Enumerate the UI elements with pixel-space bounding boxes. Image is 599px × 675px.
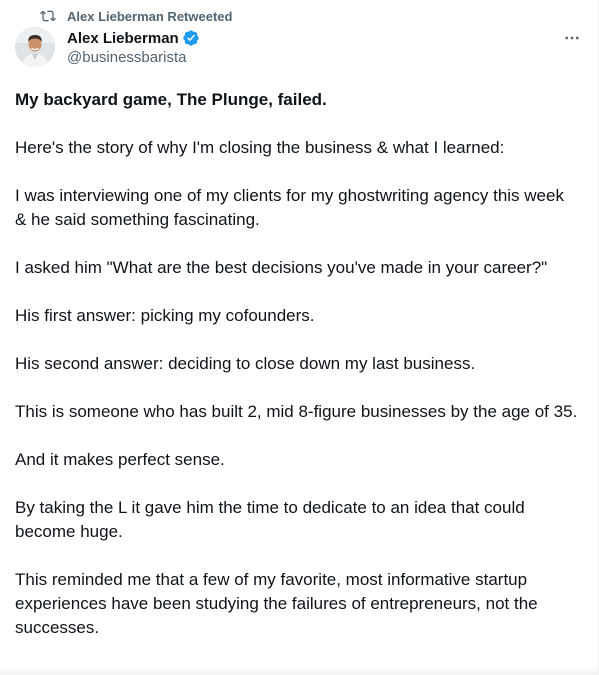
tweet-text: My backyard game, The Plunge, failed. He… xyxy=(15,88,580,664)
tweet-paragraph: And it makes perfect sense. xyxy=(15,450,225,469)
tweet-paragraph: My backyard game, The Plunge, failed. xyxy=(15,90,327,109)
bottom-fade xyxy=(0,667,599,675)
name-row: Alex Lieberman xyxy=(67,28,200,48)
retweet-icon xyxy=(40,8,56,24)
avatar[interactable] xyxy=(15,27,55,67)
tweet-card[interactable]: Alex Lieberman Retweeted Alex Lieberman … xyxy=(0,0,599,675)
display-name[interactable]: Alex Lieberman xyxy=(67,30,179,47)
verified-badge-icon[interactable] xyxy=(182,29,200,47)
tweet-paragraph: This reminded me that a few of my favori… xyxy=(15,570,543,637)
more-horizontal-icon xyxy=(563,29,581,47)
tweet-paragraph: Here's the story of why I'm closing the … xyxy=(15,138,505,157)
tweet-paragraph: His second answer: deciding to close dow… xyxy=(15,354,476,373)
social-context-text: Alex Lieberman Retweeted xyxy=(67,8,233,24)
social-context[interactable]: Alex Lieberman Retweeted xyxy=(40,7,232,25)
user-handle[interactable]: @businessbarista xyxy=(67,48,200,68)
tweet-paragraph: I was interviewing one of my clients for… xyxy=(15,186,569,229)
tweet-paragraph: This is someone who has built 2, mid 8-f… xyxy=(15,402,578,421)
tweet-paragraph: I asked him "What are the best decisions… xyxy=(15,258,548,277)
author-block: Alex Lieberman @businessbarista xyxy=(67,28,200,68)
tweet-paragraph: His first answer: picking my cofounders. xyxy=(15,306,315,325)
tweet-paragraph: By taking the L it gave him the time to … xyxy=(15,498,530,541)
more-options-button[interactable] xyxy=(560,28,584,48)
